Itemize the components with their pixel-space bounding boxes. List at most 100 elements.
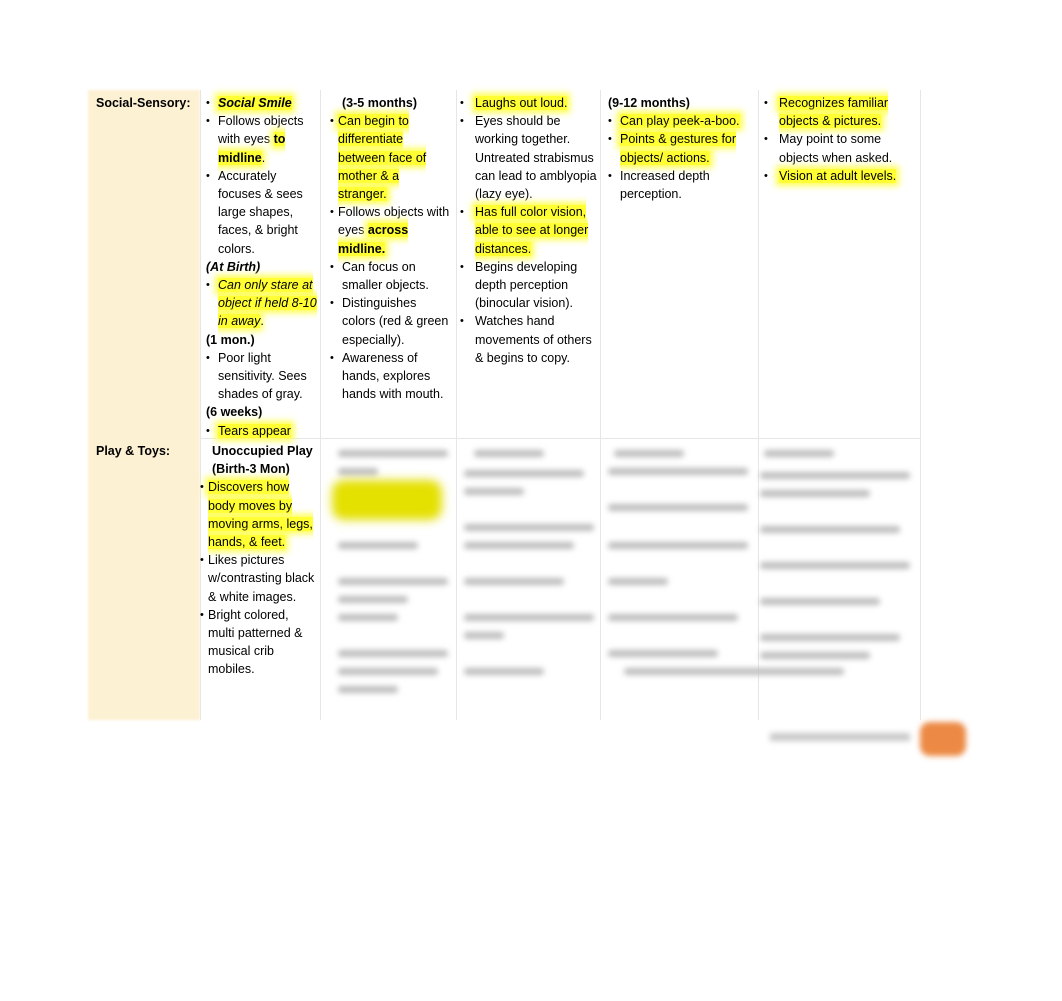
age-header: (3-5 months) — [342, 96, 417, 110]
blurred-line — [760, 634, 900, 641]
blurred-line — [464, 488, 524, 495]
blurred-line — [338, 614, 398, 621]
social-sensory-birth-column: Social Smile Follows objects with eyes t… — [206, 94, 318, 440]
blurred-line — [760, 472, 910, 479]
list-item: Recognizes familiar objects & pictures. — [764, 94, 914, 130]
item-text: Watches hand movements of others & begin… — [475, 314, 592, 365]
list-item: Laughs out loud. — [460, 94, 598, 112]
item-text: Social Smile — [218, 96, 292, 110]
item-text: Has full color vision, able to see at lo… — [475, 205, 589, 256]
item-text: Laughs out loud. — [475, 96, 568, 110]
item-text: Accurately focuses & sees large shapes, … — [218, 168, 303, 256]
list-item: Tears appear — [206, 422, 318, 440]
column-divider — [920, 90, 921, 720]
item-text: Increased depth perception. — [620, 168, 710, 202]
blurred-line — [608, 650, 718, 657]
list-item: Discovers how body moves by moving arms,… — [200, 478, 318, 551]
blurred-line — [760, 598, 880, 605]
item-text: Likes pictures w/contrasting black & whi… — [208, 553, 315, 604]
blurred-highlight — [332, 480, 442, 520]
age-header: (9-12 months) — [608, 96, 690, 110]
list-item: Vision at adult levels. — [764, 167, 914, 185]
blurred-content-preview — [324, 442, 920, 712]
item-text: Bright colored, multi patterned & musica… — [208, 607, 303, 677]
blurred-line — [764, 450, 834, 457]
blurred-line — [464, 632, 504, 639]
list-item: Follows objects with eyes to midline. — [206, 112, 318, 167]
blurred-line — [338, 468, 378, 475]
blurred-line — [338, 686, 398, 693]
list-item: Follows objects with eyes across midline… — [330, 203, 450, 258]
blurred-line — [760, 652, 870, 659]
item-text: Can focus on smaller objects. — [342, 259, 429, 293]
item-text: May point to some objects when asked. — [779, 132, 893, 165]
blurred-line — [608, 468, 748, 475]
play-toys-birth-column: Unoccupied Play (Birth-3 Mon) Discovers … — [200, 442, 318, 679]
list-item: Can focus on smaller objects. — [330, 258, 450, 294]
development-table: Social-Sensory: Play & Toys: Social Smil… — [88, 90, 923, 720]
social-sensory-9-12-months-column: (9-12 months) Can play peek-a-boo. Point… — [608, 94, 756, 203]
list-item: Eyes should be working together. Untreat… — [460, 112, 598, 203]
blurred-line — [608, 504, 748, 511]
item-text: Vision at adult levels. — [779, 168, 897, 183]
row-label-play-toys: Play & Toys: — [96, 444, 171, 458]
item-text: Tears appear — [218, 423, 291, 438]
item-text: Can play peek-a-boo. — [620, 114, 740, 129]
blurred-line — [338, 450, 448, 457]
list-item: May point to some objects when asked. — [764, 130, 914, 166]
social-sensory-6-8-months-column: Laughs out loud. Eyes should be working … — [460, 94, 598, 367]
list-item: Social Smile — [206, 94, 318, 112]
blurred-line — [338, 668, 438, 675]
blurred-line — [608, 614, 738, 621]
blurred-line — [464, 668, 544, 675]
item-text: Points & gestures for objects/ actions. — [620, 132, 737, 165]
age-label: (At Birth) — [206, 259, 261, 274]
list-item: Increased depth perception. — [608, 167, 756, 203]
blurred-line — [464, 578, 564, 585]
blurred-line — [464, 524, 594, 531]
blurred-line — [338, 578, 448, 585]
list-item: Can begin to differentiate between face … — [330, 112, 450, 203]
item-text: Eyes should be working together. Untreat… — [475, 114, 597, 202]
item-text: . — [261, 150, 266, 165]
item-text: Follows objects with eyes — [218, 114, 304, 147]
blurred-line — [760, 562, 910, 569]
blurred-line — [624, 668, 844, 675]
list-item: Begins developing depth perception (bino… — [460, 258, 598, 313]
list-item: Watches hand movements of others & begin… — [460, 312, 598, 367]
blurred-line — [338, 542, 418, 549]
blurred-line — [760, 490, 870, 497]
item-text: Discovers how body moves by moving arms,… — [208, 480, 313, 550]
item-text: Poor light sensitivity. Sees shades of g… — [218, 350, 307, 402]
play-type-header: Unoccupied Play (Birth-3 Mon) — [212, 444, 313, 477]
blurred-line — [338, 596, 408, 603]
unlock-button[interactable] — [920, 722, 966, 756]
list-item: Distinguishes colors (red & green especi… — [330, 294, 450, 349]
list-item: Accurately focuses & sees large shapes, … — [206, 167, 318, 258]
column-divider — [320, 90, 321, 720]
list-item: Poor light sensitivity. Sees shades of g… — [206, 349, 318, 404]
list-item: Bright colored, multi patterned & musica… — [200, 606, 318, 679]
social-sensory-3-5-months-column: (3-5 months) Can begin to differentiate … — [330, 94, 450, 403]
blurred-line — [338, 650, 448, 657]
social-sensory-12-months-column: Recognizes familiar objects & pictures. … — [764, 94, 914, 185]
item-text: Begins developing depth perception (bino… — [475, 259, 578, 311]
blurred-line — [464, 542, 574, 549]
age-label: (1 mon.) — [206, 332, 255, 347]
item-text: . — [260, 314, 264, 329]
item-text: Can begin to differentiate between face … — [338, 114, 427, 202]
blurred-line — [474, 450, 544, 457]
blurred-line — [608, 542, 748, 549]
list-item: Can only stare at object if held 8-10 in… — [206, 276, 318, 331]
item-text: Distinguishes colors (red & green especi… — [342, 296, 449, 347]
row-label-social-sensory: Social-Sensory: — [96, 96, 191, 110]
row-label-column — [88, 90, 200, 720]
list-item: Likes pictures w/contrasting black & whi… — [200, 551, 318, 606]
blurred-line — [614, 450, 684, 457]
item-text: Can only stare at object if held 8-10 in… — [218, 278, 317, 329]
blurred-line — [464, 614, 594, 621]
item-text: Recognizes familiar objects & pictures. — [779, 96, 889, 129]
list-item: Has full color vision, able to see at lo… — [460, 203, 598, 258]
blurred-line — [608, 578, 668, 585]
blurred-line — [760, 526, 900, 533]
